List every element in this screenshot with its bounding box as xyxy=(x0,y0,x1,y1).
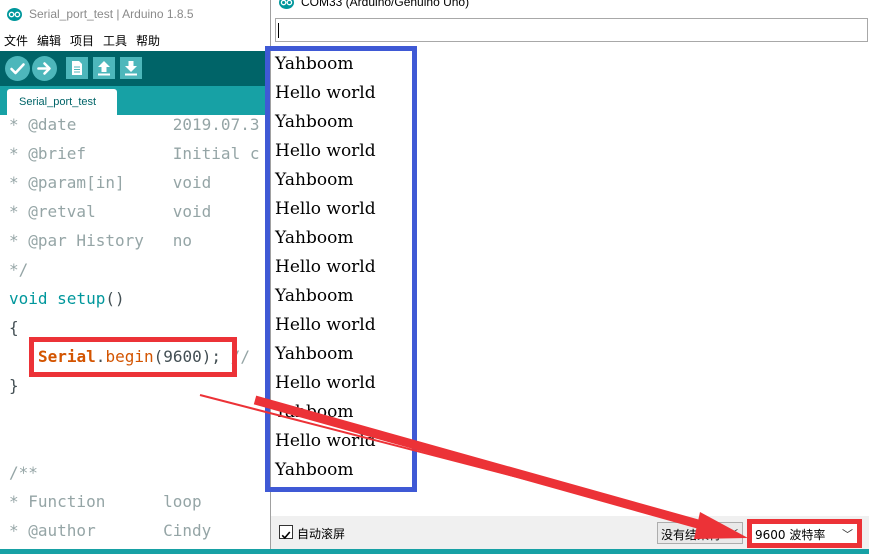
ide-tab-strip: Serial_port_test xyxy=(0,86,272,115)
code-text: * @param[in] xyxy=(9,173,173,192)
chevron-down-icon: ﹀ xyxy=(727,528,738,541)
code-text: * @brief xyxy=(9,144,173,163)
serial-monitor-window: COM33 (Arduino/Genuino Uno) Yahboom Hell… xyxy=(265,0,869,549)
arduino-logo-icon xyxy=(7,8,22,21)
code-text: */ xyxy=(9,260,29,279)
code-line-brief: * @brief Initial c xyxy=(9,144,259,164)
code-text: } xyxy=(9,376,19,395)
code-text: /** xyxy=(9,463,38,482)
save-sketch-button[interactable] xyxy=(120,57,142,79)
arrow-down-icon xyxy=(125,61,137,76)
new-file-icon xyxy=(72,61,82,75)
serial-monitor-footer: 自动滚屏 没有结束符 ﹀ 9600 波特率 ﹀ xyxy=(271,516,869,549)
serial-send-input[interactable] xyxy=(275,18,868,42)
menu-tools[interactable]: 工具 xyxy=(103,32,127,49)
tab-serial-port-test[interactable]: Serial_port_test xyxy=(7,89,117,115)
verify-button[interactable] xyxy=(5,56,30,81)
text-caret xyxy=(278,23,279,38)
code-line-date: * @date 2019.07.3 xyxy=(9,115,259,135)
function-setup: setup xyxy=(57,289,106,308)
keyword-void: void xyxy=(9,289,48,308)
code-line-doc-open: /** xyxy=(9,463,38,483)
check-icon xyxy=(10,63,25,75)
code-text: * @date xyxy=(9,115,173,134)
arrow-up-icon xyxy=(98,61,110,76)
serial-monitor-title: COM33 (Arduino/Genuino Uno) xyxy=(301,0,470,9)
code-text: no xyxy=(172,231,193,250)
code-editor[interactable]: * @date 2019.07.3 * @brief Initial c * @… xyxy=(0,115,272,549)
serial-begin-highlight xyxy=(29,337,237,377)
checkmark-icon xyxy=(281,531,291,540)
menu-sketch[interactable]: 项目 xyxy=(70,32,94,49)
code-line-function: * Function loop xyxy=(9,492,202,512)
code-text: void xyxy=(172,202,212,221)
autoscroll-label: 自动滚屏 xyxy=(297,527,346,541)
line-ending-select[interactable]: 没有结束符 ﹀ xyxy=(657,522,743,544)
code-text: * @par History xyxy=(9,231,173,250)
ide-titlebar: Serial_port_test | Arduino 1.8.5 xyxy=(0,0,272,29)
new-sketch-button[interactable] xyxy=(66,57,88,79)
code-text: void xyxy=(172,173,212,192)
code-line-history: * @par History no xyxy=(9,231,192,251)
baud-rate-highlight xyxy=(747,519,862,548)
ide-toolbar xyxy=(0,51,272,86)
code-line-comment-end: */ xyxy=(9,260,28,280)
ide-menubar: 文件 编辑 项目 工具 帮助 xyxy=(0,29,272,51)
output-highlight xyxy=(265,46,417,492)
code-text: * @author xyxy=(9,521,164,540)
tab-label: Serial_port_test xyxy=(19,96,97,108)
menu-help[interactable]: 帮助 xyxy=(136,32,160,49)
code-text: () xyxy=(105,289,125,308)
arduino-ide-window: Serial_port_test | Arduino 1.8.5 文件 编辑 项… xyxy=(0,0,272,554)
code-text: Initial c xyxy=(172,144,260,163)
code-line-open-brace: { xyxy=(9,318,19,338)
code-line-author: * @author Cindy xyxy=(9,521,211,541)
upload-button[interactable] xyxy=(32,56,57,81)
code-text: * @retval xyxy=(9,202,173,221)
code-text: loop xyxy=(163,492,202,511)
ide-bottom-bar xyxy=(0,549,869,554)
code-line-close-brace: } xyxy=(9,376,19,396)
menu-file[interactable]: 文件 xyxy=(4,32,28,49)
code-text: * Function xyxy=(9,492,164,511)
arrow-right-icon xyxy=(37,62,51,75)
line-ending-value: 没有结束符 xyxy=(661,528,722,542)
arduino-logo-icon xyxy=(279,0,294,9)
code-text: { xyxy=(9,318,19,337)
code-text: 2019.07.3 xyxy=(172,115,260,134)
code-line-setup: void setup() xyxy=(9,289,125,309)
ide-window-title: Serial_port_test | Arduino 1.8.5 xyxy=(29,7,194,21)
menu-edit[interactable]: 编辑 xyxy=(37,32,61,49)
code-line-param: * @param[in] void xyxy=(9,173,211,193)
code-line-retval: * @retval void xyxy=(9,202,211,222)
serial-monitor-titlebar: COM33 (Arduino/Genuino Uno) xyxy=(271,0,869,14)
code-text: Cindy xyxy=(163,521,212,540)
open-sketch-button[interactable] xyxy=(93,57,115,79)
serial-output-area[interactable]: Yahboom Hello world Yahboom Hello world … xyxy=(265,46,869,516)
autoscroll-checkbox[interactable] xyxy=(279,525,293,540)
